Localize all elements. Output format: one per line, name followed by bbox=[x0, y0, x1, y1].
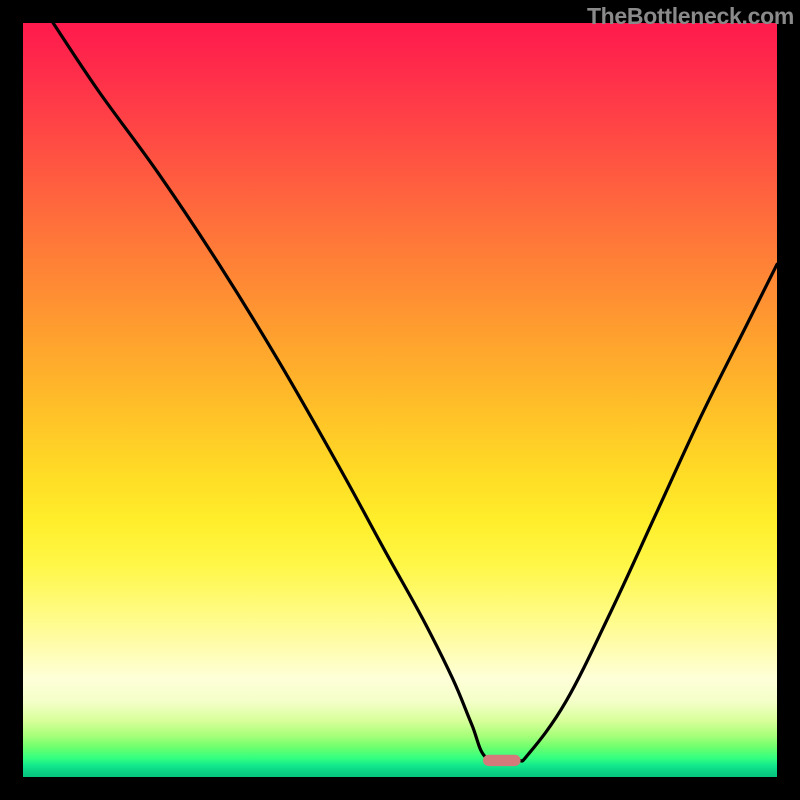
chart-frame: TheBottleneck.com bbox=[0, 0, 800, 800]
curve-layer bbox=[53, 23, 777, 762]
minimum-marker bbox=[483, 755, 521, 766]
chart-svg bbox=[23, 23, 777, 777]
plot-area bbox=[23, 23, 777, 777]
watermark-text: TheBottleneck.com bbox=[587, 3, 794, 30]
bottleneck-curve bbox=[53, 23, 777, 762]
annotation-layer bbox=[483, 755, 521, 766]
